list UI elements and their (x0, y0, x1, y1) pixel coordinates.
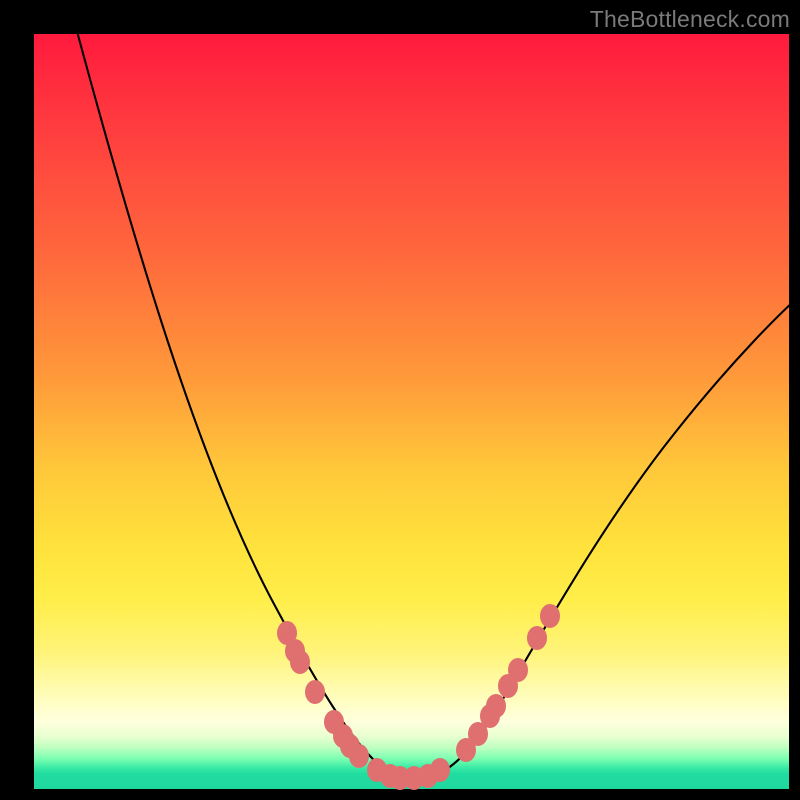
curve-layer (34, 34, 789, 789)
curve-marker (486, 694, 506, 718)
curve-marker (540, 604, 560, 628)
curve-marker (305, 680, 325, 704)
curve-marker (430, 758, 450, 782)
chart-frame: TheBottleneck.com (0, 0, 800, 800)
watermark-text: TheBottleneck.com (590, 6, 790, 33)
plot-area (34, 34, 789, 789)
curve-marker (290, 650, 310, 674)
bottleneck-curve (71, 9, 794, 778)
curve-marker (527, 626, 547, 650)
marker-group (277, 604, 560, 790)
curve-marker (508, 658, 528, 682)
curve-marker (349, 744, 369, 768)
